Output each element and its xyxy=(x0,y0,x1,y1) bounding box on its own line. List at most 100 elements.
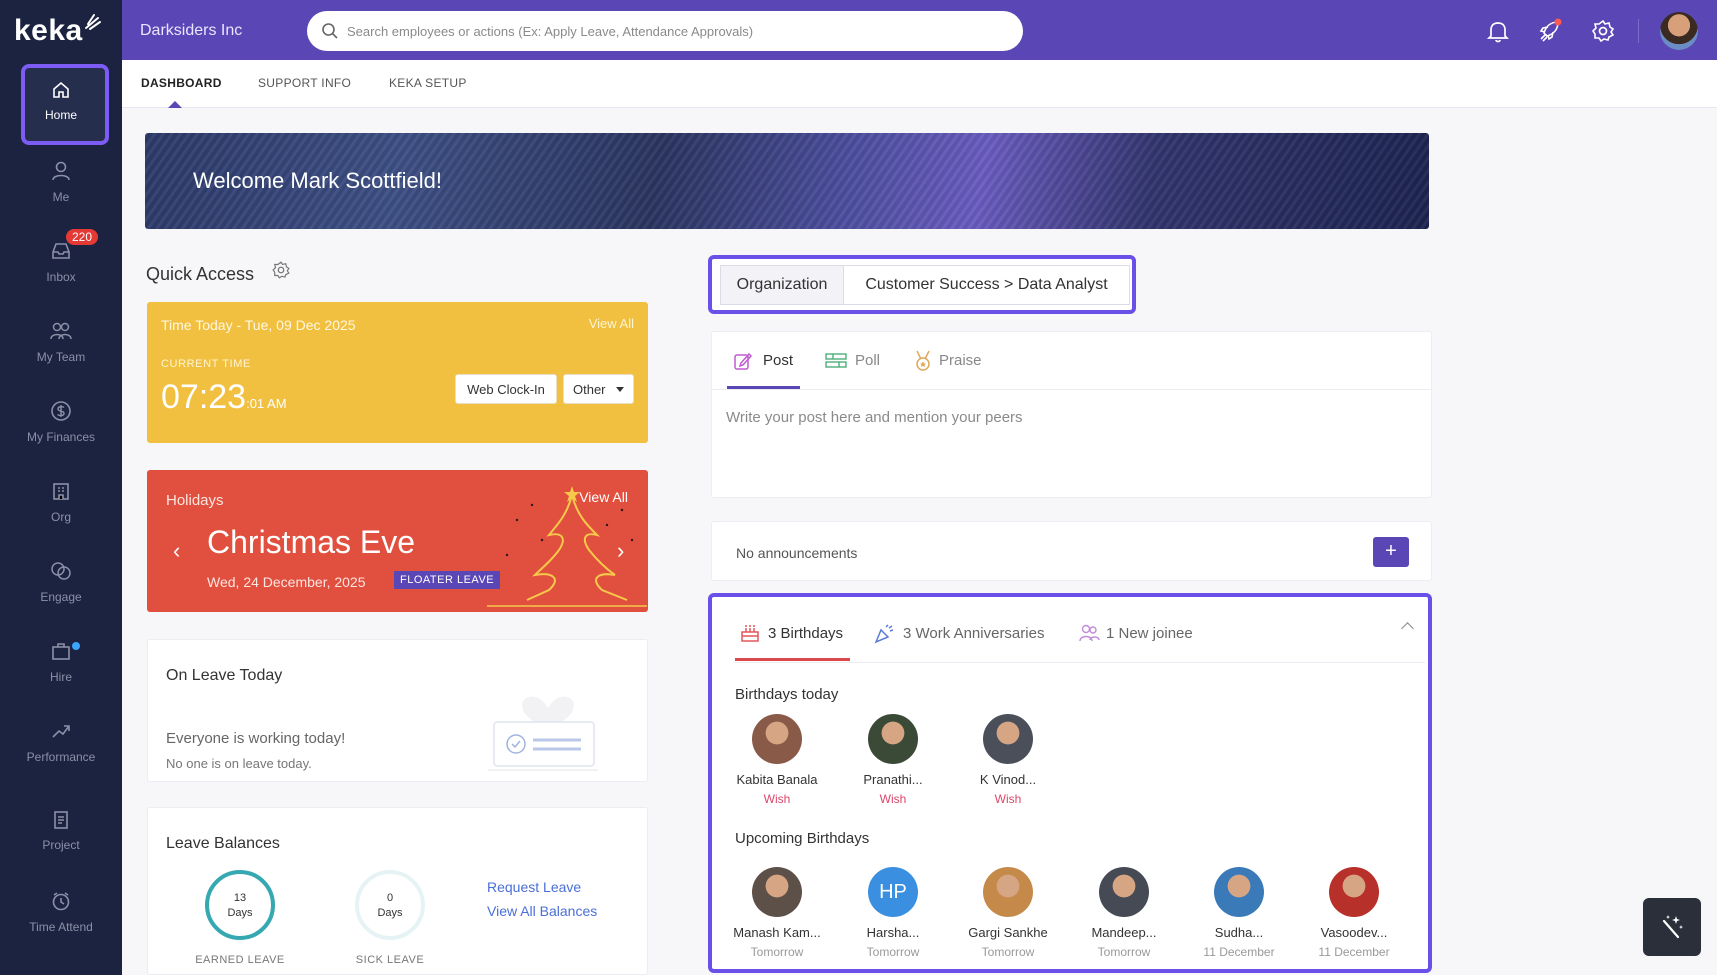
tab-poll[interactable]: Poll xyxy=(855,352,880,369)
web-clock-in-button[interactable]: Web Clock-In xyxy=(455,374,557,404)
tab-praise[interactable]: Praise xyxy=(939,352,982,369)
sidebar-item-performance[interactable]: Performance xyxy=(0,720,122,798)
holiday-date: Wed, 24 December, 2025 xyxy=(207,574,366,590)
magic-wand-icon xyxy=(1662,915,1683,939)
wish-link[interactable]: Wish xyxy=(838,792,948,806)
add-announcement-button[interactable]: + xyxy=(1373,537,1409,567)
edit-post-icon xyxy=(734,352,753,370)
inbox-count-badge: 220 xyxy=(66,229,99,245)
avatar[interactable] xyxy=(752,867,802,917)
sick-leave-label: SICK LEAVE xyxy=(355,954,425,966)
person-name: Harsha... xyxy=(866,925,920,940)
sidebar-item-label: Engage xyxy=(40,590,82,604)
holidays-title: Holidays xyxy=(166,492,224,509)
sidebar-item-project[interactable]: Project xyxy=(0,808,122,886)
sidebar-item-label: Hire xyxy=(49,670,72,684)
user-avatar[interactable] xyxy=(1660,12,1698,50)
avatar[interactable] xyxy=(983,714,1033,764)
search-input[interactable] xyxy=(347,20,1007,42)
tab-dashboard[interactable]: DASHBOARD xyxy=(141,76,222,90)
tab-post[interactable]: Post xyxy=(763,352,793,369)
sidebar-item-label: Time Attend xyxy=(29,920,93,934)
upcoming-birthday-person: Sudha... 11 December xyxy=(1184,867,1294,959)
keka-logo[interactable]: keka xyxy=(14,14,83,48)
sidebar-item-label: Inbox xyxy=(46,270,76,284)
avatar[interactable] xyxy=(1099,867,1149,917)
sidebar-item-hire[interactable]: Hire xyxy=(0,640,122,718)
holiday-name: Christmas Eve xyxy=(207,524,416,560)
quick-access-title: Quick Access xyxy=(146,264,255,284)
party-popper-icon xyxy=(874,624,894,644)
person-name: Mandeep... xyxy=(1091,925,1157,940)
search-icon xyxy=(322,23,338,39)
view-all-balances-link[interactable]: View All Balances xyxy=(487,903,597,919)
post-text-input[interactable] xyxy=(726,405,1416,429)
sidebar-item-label: Org xyxy=(50,510,71,524)
trend-icon xyxy=(52,725,70,738)
birthday-person: Kabita Banala Wish xyxy=(722,714,832,806)
tab-support-info[interactable]: SUPPORT INFO xyxy=(258,76,351,90)
sidebar-item-engage[interactable]: Engage xyxy=(0,560,122,638)
other-dropdown-button[interactable]: Other xyxy=(563,374,634,404)
rocket-icon[interactable] xyxy=(1535,17,1563,45)
sidebar-item-inbox[interactable]: Inbox xyxy=(0,240,122,318)
sidebar-item-label: My Finances xyxy=(26,430,96,444)
person-name: Kabita Banala xyxy=(736,772,818,787)
avatar-initials: HP xyxy=(879,881,907,903)
time-seconds: :01 AM xyxy=(246,396,287,411)
birthday-date: 11 December xyxy=(1203,945,1275,959)
hire-notification-dot xyxy=(72,642,80,650)
tab-keka-setup[interactable]: KEKA SETUP xyxy=(389,76,467,90)
magic-wand-button[interactable] xyxy=(1643,898,1701,956)
chevron-down-icon xyxy=(616,387,624,392)
earned-leave-ring-fill xyxy=(205,870,275,940)
sidebar-item-my-team[interactable]: My Team xyxy=(0,320,122,398)
settings-gear-icon[interactable] xyxy=(1589,17,1617,45)
avatar[interactable] xyxy=(1214,867,1264,917)
request-leave-link[interactable]: Request Leave xyxy=(487,879,581,895)
earned-leave-label: EARNED LEAVE xyxy=(195,954,285,966)
sidebar-item-home[interactable]: Home xyxy=(0,80,122,158)
tab-work-anniversaries[interactable]: 3 Work Anniversaries xyxy=(903,625,1044,642)
tab-new-joinee[interactable]: 1 New joinee xyxy=(1106,625,1193,642)
top-divider xyxy=(1638,19,1639,43)
avatar[interactable]: HP xyxy=(868,867,918,917)
previous-holiday-arrow-icon[interactable]: ‹ xyxy=(173,538,180,564)
empty-state-illustration xyxy=(488,696,598,771)
post-tab-divider xyxy=(711,389,1432,390)
upcoming-birthday-person: Mandeep... Tomorrow xyxy=(1069,867,1179,959)
leave-balances-title: Leave Balances xyxy=(166,835,280,852)
poll-icon xyxy=(825,353,847,368)
wish-link[interactable]: Wish xyxy=(953,792,1063,806)
avatar[interactable] xyxy=(752,714,802,764)
person-name: K Vinod... xyxy=(979,772,1037,787)
birthday-person: K Vinod... Wish xyxy=(953,714,1063,806)
sidebar-item-label: Home xyxy=(44,108,77,122)
engage-icon xyxy=(51,562,71,580)
scope-team-button[interactable]: Customer Success > Data Analyst xyxy=(844,265,1130,305)
wish-link[interactable]: Wish xyxy=(722,792,832,806)
next-holiday-arrow-icon[interactable]: › xyxy=(617,538,624,564)
sidebar: keka Home Me Inbox 220 My Team My Financ… xyxy=(0,0,122,975)
scope-organization-button[interactable]: Organization xyxy=(720,265,844,305)
search-bar[interactable] xyxy=(307,11,1023,51)
avatar[interactable] xyxy=(1329,867,1379,917)
leave-balances-card: Leave Balances 13 Days EARNED LEAVE 0 Da… xyxy=(147,807,648,975)
sick-leave-unit: Days xyxy=(377,907,403,919)
birthday-date: 11 December xyxy=(1318,945,1390,959)
sidebar-item-org[interactable]: Org xyxy=(0,480,122,558)
avatar[interactable] xyxy=(868,714,918,764)
sidebar-item-time-attend[interactable]: Time Attend xyxy=(0,890,122,968)
sidebar-item-me[interactable]: Me xyxy=(0,160,122,238)
company-name[interactable]: Darksiders Inc xyxy=(140,22,242,40)
on-leave-title: On Leave Today xyxy=(166,667,283,684)
tab-birthdays[interactable]: 3 Birthdays xyxy=(768,625,843,642)
time-today-card: Time Today - Tue, 09 Dec 2025 View All C… xyxy=(147,302,648,443)
bell-icon[interactable] xyxy=(1484,17,1512,45)
avatar[interactable] xyxy=(983,867,1033,917)
earned-leave-unit: Days xyxy=(227,907,253,919)
quick-access-settings-icon[interactable] xyxy=(270,259,292,281)
sidebar-item-my-finances[interactable]: My Finances xyxy=(0,400,122,478)
holidays-view-all-link[interactable]: View All xyxy=(579,489,628,505)
time-view-all-link[interactable]: View All xyxy=(589,316,634,331)
